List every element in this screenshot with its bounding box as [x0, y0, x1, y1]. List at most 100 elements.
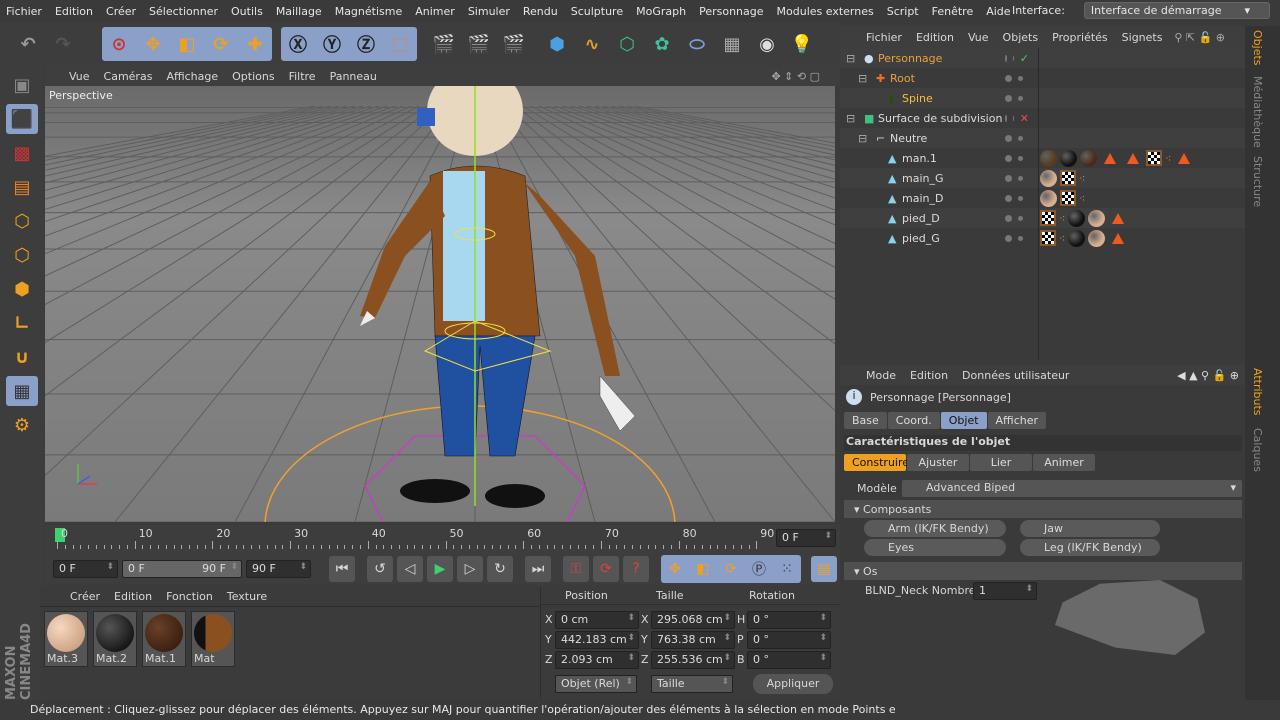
points-mode-icon[interactable]: ⬡ — [6, 206, 38, 236]
attr-menu-edition[interactable]: Edition — [910, 369, 948, 382]
start-frame-field[interactable]: 0 F — [53, 560, 118, 578]
texture-tag-icon[interactable] — [1040, 230, 1056, 246]
record-key-icon[interactable]: ⚿ — [563, 556, 589, 582]
scale-tool-icon[interactable]: ◧ — [171, 28, 203, 60]
object-name[interactable]: main_D — [902, 192, 943, 205]
mat-menu-creer[interactable]: Créer — [70, 590, 100, 603]
key-points-icon[interactable]: ⁙ — [774, 556, 800, 582]
ik-tag-icon[interactable] — [1112, 212, 1125, 224]
go-to-start-icon[interactable]: ⏮ — [329, 556, 355, 582]
material-tag-icon[interactable] — [1088, 229, 1106, 247]
object-row[interactable]: ▲ main_D ⁖ — [840, 188, 1245, 208]
coord-field[interactable]: 0 ° — [747, 611, 831, 629]
viewport-menu-options[interactable]: Options — [232, 70, 274, 83]
om-menu-signets[interactable]: Signets — [1122, 31, 1163, 44]
render-picture-icon[interactable]: 🎬 — [463, 28, 495, 60]
texture-tag-icon[interactable] — [1040, 210, 1056, 226]
tab-afficher[interactable]: Afficher — [987, 412, 1047, 429]
menu-modules-externes[interactable]: Modules externes — [777, 5, 874, 18]
ik-tag-icon[interactable] — [1104, 152, 1116, 164]
light-icon[interactable]: 💡 — [786, 28, 818, 60]
viewport-menu-cameras[interactable]: Caméras — [104, 70, 153, 83]
menu-mograph[interactable]: MoGraph — [636, 5, 686, 18]
key-parameter-icon[interactable]: Ⓟ — [746, 556, 772, 582]
coord-field[interactable]: 0 cm — [555, 611, 639, 629]
render-settings-icon[interactable]: 🎬 — [498, 28, 530, 60]
om-menu-edition[interactable]: Edition — [916, 31, 954, 44]
range-slider[interactable]: 0 F 90 F — [122, 560, 242, 578]
floor-icon[interactable]: ▦ — [716, 28, 748, 60]
visibility-dots[interactable] — [1005, 74, 1029, 82]
object-row[interactable]: ■ ⊟ Surface de subdivision ✕ — [840, 108, 1245, 128]
prev-frame-icon[interactable]: ◁ — [397, 556, 423, 582]
menu-selectionner[interactable]: Sélectionner — [149, 5, 218, 18]
texture-tag-icon[interactable] — [1146, 150, 1162, 166]
visibility-dots[interactable] — [1005, 194, 1029, 202]
menu-simuler[interactable]: Simuler — [468, 5, 510, 18]
keyframe-selection-icon[interactable]: ? — [623, 556, 649, 582]
model-select[interactable]: Advanced Biped ▾ — [902, 480, 1242, 497]
tab-base[interactable]: Base — [844, 412, 887, 429]
om-menu-objets[interactable]: Objets — [1003, 31, 1039, 44]
cube-icon[interactable]: ⬢ — [541, 28, 573, 60]
om-search-icons[interactable]: ⚲ ⇱ 🔓 ⊕ — [1174, 31, 1225, 44]
key-rotation-icon[interactable]: ⟳ — [718, 556, 744, 582]
object-row[interactable]: ▲ man.1 ⁖ — [840, 148, 1245, 168]
coord-field[interactable]: 295.068 cm — [651, 611, 735, 629]
material-tag-icon[interactable] — [1088, 209, 1106, 227]
weight-tag-icon[interactable]: ⁖ — [1165, 152, 1171, 165]
om-menu-fichier[interactable]: Fichier — [866, 31, 902, 44]
edges-mode-icon[interactable]: ⬡ — [6, 240, 38, 270]
select-tool-icon[interactable]: ⊙ — [103, 28, 135, 60]
visibility-dots[interactable] — [1005, 134, 1029, 142]
redo-icon[interactable]: ↷ — [47, 28, 79, 60]
object-row[interactable]: ✚ ⊟ Root — [840, 68, 1245, 88]
side-tab-attributs[interactable]: Attributs — [1251, 368, 1264, 416]
menu-creer[interactable]: Créer — [106, 5, 136, 18]
autokey-icon[interactable]: ⟳ — [593, 556, 619, 582]
object-name[interactable]: Spine — [902, 92, 933, 105]
ik-tag-icon[interactable] — [1112, 232, 1125, 244]
coords-size-mode-select[interactable]: Taille — [651, 675, 733, 693]
viewport-nav-icons[interactable]: ✥ ⇕ ⟲ ▢ — [771, 70, 820, 83]
material-item[interactable]: Mat.2 — [93, 611, 137, 667]
object-row[interactable]: ▲ pied_G ⁖ — [840, 228, 1245, 248]
side-tab-mediatheque[interactable]: Médiathèque — [1251, 76, 1264, 148]
om-menu-proprietes[interactable]: Propriétés — [1052, 31, 1108, 44]
snap-settings-icon[interactable]: ⚙ — [6, 410, 38, 440]
polygons-mode-icon[interactable]: ⬢ — [6, 274, 38, 304]
ik-tag-icon[interactable] — [1127, 152, 1139, 164]
subtab-animer[interactable]: Animer — [1033, 454, 1095, 471]
material-tag-icon[interactable] — [1040, 189, 1057, 207]
visibility-dots[interactable] — [1005, 94, 1029, 102]
go-to-end-icon[interactable]: ⏭ — [525, 556, 551, 582]
axis-mode-icon[interactable]: ∟ — [6, 308, 38, 338]
camera-icon[interactable]: ◉ — [751, 28, 783, 60]
visibility-dots[interactable]: ✕ — [1005, 112, 1029, 125]
texture-mode-icon[interactable]: ▩ — [6, 138, 38, 168]
menu-fenetre[interactable]: Fenêtre — [932, 5, 974, 18]
subtab-lier[interactable]: Lier — [970, 454, 1032, 471]
make-editable-icon[interactable]: ▣ — [6, 70, 38, 100]
coords-mode-select[interactable]: Objet (Rel) — [555, 675, 637, 693]
end-frame-field[interactable]: 90 F — [246, 560, 311, 578]
coordinate-system-icon[interactable]: ⬚ — [384, 28, 416, 60]
y-axis-icon[interactable]: Ⓨ — [316, 28, 348, 60]
key-scale-icon[interactable]: ◧ — [690, 556, 716, 582]
object-name[interactable]: main_G — [902, 172, 944, 185]
mat-menu-texture[interactable]: Texture — [227, 590, 267, 603]
menu-magnetisme[interactable]: Magnétisme — [335, 5, 403, 18]
texture-tag-icon[interactable] — [1060, 170, 1076, 186]
object-row[interactable]: ⌐ ⊟ Neutre — [840, 128, 1245, 148]
coord-field[interactable]: 0 ° — [747, 631, 831, 649]
om-menu-vue[interactable]: Vue — [968, 31, 989, 44]
object-row[interactable]: ▮ Spine — [840, 88, 1245, 108]
texture-tag-icon[interactable] — [1060, 190, 1076, 206]
play-icon[interactable]: ▶ — [427, 556, 453, 582]
coord-field[interactable]: 2.093 cm — [555, 651, 639, 669]
magnet-icon[interactable]: ∪ — [6, 342, 38, 372]
interface-select[interactable]: Interface de démarrage ▾ — [1083, 2, 1270, 19]
coord-field[interactable]: 255.536 cm — [651, 651, 735, 669]
timeline-window-icon[interactable]: ▤ — [811, 556, 837, 582]
current-frame-field[interactable]: 0 F — [776, 529, 836, 547]
